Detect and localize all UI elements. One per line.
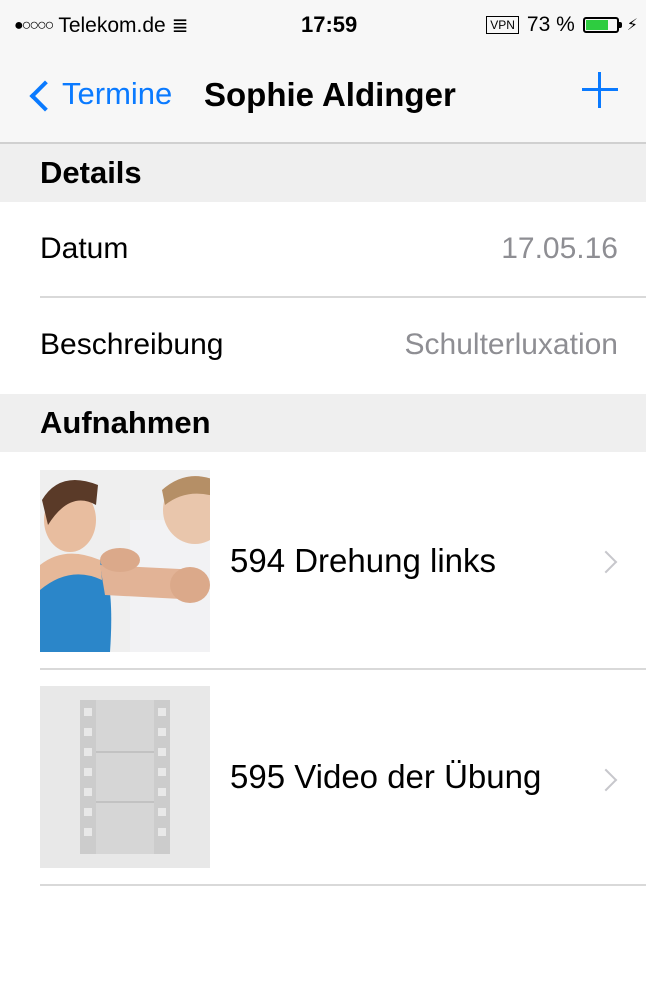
navigation-bar: Termine Sophie Aldinger [0, 54, 646, 144]
recording-title: 594 Drehung links [230, 542, 496, 579]
status-bar: ●○○○○ Telekom.de ≣ 17:59 VPN 73 % ⚡ [0, 0, 646, 54]
wifi-icon: ≣ [171, 15, 189, 37]
section-header-details: Details [0, 144, 646, 202]
recording-row[interactable]: 595 Video der Übung [0, 670, 646, 870]
carrier-name: Telekom.de [58, 13, 166, 37]
physiotherapy-photo-image [40, 470, 210, 652]
row-label: Beschreibung [40, 328, 224, 361]
details-row-description[interactable]: Beschreibung Schulterluxation [0, 298, 646, 392]
chevron-left-icon [29, 80, 61, 112]
chevron-right-icon [594, 768, 618, 792]
charging-bolt-icon: ⚡ [626, 17, 638, 34]
video-thumbnail [40, 686, 210, 868]
back-button[interactable]: Termine [26, 76, 172, 112]
signal-strength-icon: ●○○○○ [14, 16, 54, 34]
status-left: ●○○○○ Telekom.de ≣ [14, 13, 188, 38]
vpn-badge: VPN [486, 16, 519, 34]
section-header-recordings: Aufnahmen [0, 394, 646, 452]
chevron-right-icon [594, 550, 618, 574]
add-button[interactable] [582, 72, 618, 108]
status-right: VPN 73 % ⚡ [486, 13, 638, 37]
photo-thumbnail [40, 470, 210, 652]
status-time: 17:59 [301, 12, 358, 37]
battery-percent: 73 % [526, 13, 575, 36]
battery-icon [582, 17, 622, 33]
battery-fill [585, 20, 608, 30]
row-value: Schulterluxation [404, 328, 618, 361]
recording-title: 595 Video der Übung [230, 758, 542, 795]
film-strip-icon [40, 686, 210, 868]
divider [40, 884, 646, 886]
recording-row[interactable]: 594 Drehung links [0, 462, 646, 662]
page-title: Sophie Aldinger [204, 76, 456, 113]
row-label: Datum [40, 232, 129, 265]
back-button-label: Termine [62, 76, 173, 111]
row-value: 17.05.16 [501, 232, 618, 265]
details-row-date[interactable]: Datum 17.05.16 [0, 202, 646, 296]
